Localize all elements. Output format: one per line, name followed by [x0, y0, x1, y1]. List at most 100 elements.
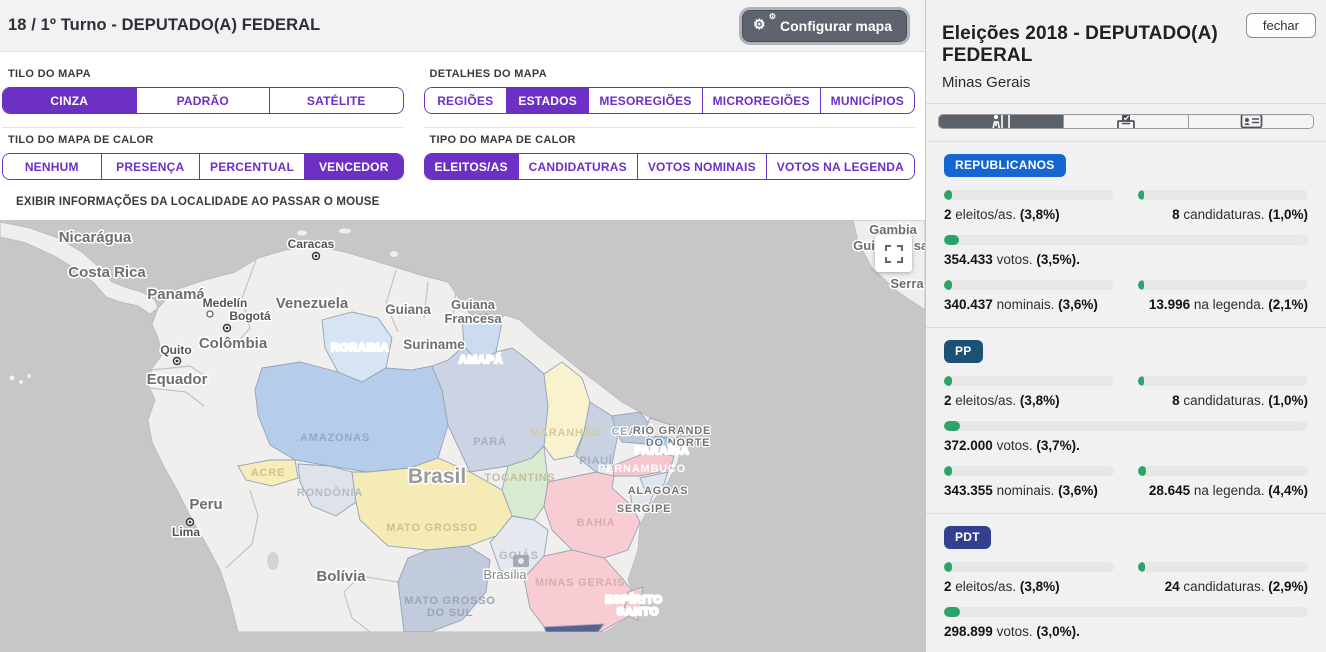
id-card-icon — [1240, 114, 1263, 129]
heat-style-label: TILO DO MAPA DE CALOR — [8, 134, 404, 146]
island — [19, 380, 23, 384]
hover-info-row: EXIBIR INFORMAÇÕES DA LOCALIDADE AO PASS… — [0, 180, 925, 220]
map-configurator: 18 / 1º Turno - DEPUTADO(A) FEDERAL ⚙⚙ C… — [0, 0, 925, 652]
stat-eleitos: 2 eleitos/as. (3,8%) — [944, 190, 1114, 222]
svg-text:Medelín: Medelín — [203, 296, 248, 310]
fullscreen-button[interactable] — [875, 235, 912, 272]
divider — [424, 127, 915, 128]
svg-text:PERNAMBUCO: PERNAMBUCO — [598, 463, 686, 475]
svg-text:ESPÍRITO: ESPÍRITO — [605, 593, 663, 606]
details-estados[interactable]: ESTADOS — [506, 88, 588, 113]
svg-text:SERGIPE: SERGIPE — [617, 503, 672, 515]
hover-info-label: EXIBIR INFORMAÇÕES DA LOCALIDADE AO PASS… — [16, 196, 380, 208]
svg-text:Gui: Gui — [853, 238, 875, 253]
heat-type-votos-legenda[interactable]: VOTOS NA LEGENDA — [766, 154, 914, 179]
party-badge: REPUBLICANOS — [944, 154, 1066, 177]
progress-bar — [944, 421, 1308, 431]
svg-text:Colômbia: Colômbia — [199, 335, 268, 352]
ballot-box-icon — [1115, 114, 1137, 129]
progress-bar — [1138, 376, 1308, 386]
svg-text:AMAZONAS: AMAZONAS — [300, 432, 370, 444]
stat-candidaturas: 8 candidaturas. (1,0%) — [1138, 376, 1308, 408]
progress-bar — [944, 190, 1114, 200]
svg-text:TOCANTINS: TOCANTINS — [484, 472, 555, 484]
svg-text:PARÁ: PARÁ — [473, 435, 507, 448]
svg-text:MARANHÃO: MARANHÃO — [530, 426, 602, 439]
progress-bar — [944, 562, 1114, 572]
tab-votes[interactable] — [1063, 115, 1188, 128]
svg-text:Lima: Lima — [172, 525, 200, 539]
panel-tabs — [938, 114, 1314, 129]
tab-candidates[interactable] — [1188, 115, 1313, 128]
svg-text:Brasil: Brasil — [408, 465, 466, 488]
svg-text:Serra: Serra — [890, 276, 924, 291]
svg-text:Guiana: Guiana — [385, 302, 431, 317]
camera-icon — [513, 555, 529, 567]
stat-row: 2 eleitos/as. (3,8%) 8 candidaturas. (1,… — [944, 190, 1308, 222]
svg-text:ACRE: ACRE — [251, 467, 285, 479]
stat-legenda: 28.645 na legenda. (4,4%) — [1138, 466, 1308, 498]
details-municipios[interactable]: MUNICÍPIOS — [820, 88, 914, 113]
party-section-republicanos: REPUBLICANOS 2 eleitos/as. (3,8%) 8 cand… — [926, 142, 1326, 328]
party-section-pdt: PDT 2 eleitos/as. (3,8%) 24 candidaturas… — [926, 514, 1326, 652]
divider — [2, 127, 404, 128]
configure-map-button[interactable]: ⚙⚙ Configurar mapa — [742, 10, 907, 42]
stat-candidaturas: 8 candidaturas. (1,0%) — [1138, 190, 1308, 222]
svg-text:Bolívia: Bolívia — [316, 568, 366, 585]
stat-row: 340.437 nominais. (3,6%) 13.996 na legen… — [944, 280, 1308, 312]
progress-bar — [944, 235, 1308, 245]
svg-text:BAHIA: BAHIA — [577, 517, 616, 529]
south-america-map: RORAIMA AMAPÁ AMAZONAS ACRE RONDÔNIA PAR… — [0, 220, 925, 632]
stat-row: 2 eleitos/as. (3,8%) 24 candidaturas. (2… — [944, 562, 1308, 594]
map-canvas[interactable]: RORAIMA AMAPÁ AMAZONAS ACRE RONDÔNIA PAR… — [0, 220, 925, 652]
stat-votos: 298.899 votos. (3,0%). — [944, 607, 1308, 639]
details-mesoregioes[interactable]: MESOREGIÕES — [588, 88, 701, 113]
svg-text:Bogotá: Bogotá — [229, 309, 271, 323]
svg-text:Caracas: Caracas — [288, 237, 335, 251]
party-section-pp: PP 2 eleitos/as. (3,8%) 8 candidaturas. … — [926, 328, 1326, 514]
heat-style-nenhum[interactable]: NENHUM — [3, 154, 101, 179]
heat-type-eleitos[interactable]: ELEITOS/AS — [425, 154, 518, 179]
heat-style-presenca[interactable]: PRESENÇA — [101, 154, 200, 179]
page-title: 18 / 1º Turno - DEPUTADO(A) FEDERAL — [8, 16, 320, 35]
details-microregioes[interactable]: MICROREGIÕES — [702, 88, 820, 113]
svg-text:Francesa: Francesa — [444, 311, 502, 326]
progress-bar — [1138, 190, 1308, 200]
map-style-satelite[interactable]: SATÉLITE — [269, 88, 403, 113]
svg-text:MATO GROSSO: MATO GROSSO — [404, 595, 496, 607]
progress-bar — [1138, 466, 1308, 476]
svg-text:PARAÍBA: PARAÍBA — [635, 444, 690, 457]
details-regioes[interactable]: REGIÕES — [425, 88, 506, 113]
stat-votos: 372.000 votos. (3,7%). — [944, 421, 1308, 453]
party-badge: PDT — [944, 526, 991, 549]
heat-style-vencedor[interactable]: VENCEDOR — [304, 154, 403, 179]
progress-bar — [944, 607, 1308, 617]
stat-nominais: 343.355 nominais. (3,6%) — [944, 466, 1114, 498]
progress-bar — [944, 466, 1114, 476]
fullscreen-icon — [885, 245, 903, 263]
close-button[interactable]: fechar — [1246, 13, 1316, 38]
svg-text:Brasília: Brasília — [483, 567, 527, 582]
tab-elected[interactable] — [939, 115, 1063, 128]
gears-icon: ⚙⚙ — [755, 18, 773, 34]
heat-type-votos-nominais[interactable]: VOTOS NOMINAIS — [637, 154, 766, 179]
elected-people-icon — [990, 114, 1012, 129]
progress-bar — [1138, 562, 1308, 572]
app-root: 18 / 1º Turno - DEPUTADO(A) FEDERAL ⚙⚙ C… — [0, 0, 1326, 652]
svg-text:ALAGOAS: ALAGOAS — [628, 485, 689, 497]
island — [390, 251, 398, 257]
stat-candidaturas: 24 candidaturas. (2,9%) — [1138, 562, 1308, 594]
panel-subtitle: Minas Gerais — [942, 74, 1310, 91]
svg-text:Venezuela: Venezuela — [276, 295, 349, 312]
results-panel: fechar Eleições 2018 - DEPUTADO(A) FEDER… — [925, 0, 1326, 652]
svg-text:AMAPÁ: AMAPÁ — [459, 353, 503, 366]
map-style-group: CINZA PADRÃO SATÉLITE — [2, 87, 404, 114]
island — [339, 229, 351, 234]
heat-style-percentual[interactable]: PERCENTUAL — [199, 154, 304, 179]
svg-text:MATO GROSSO: MATO GROSSO — [386, 522, 478, 534]
stat-votos: 354.433 votos. (3,5%). — [944, 235, 1308, 267]
map-style-padrao[interactable]: PADRÃO — [136, 88, 270, 113]
map-style-cinza[interactable]: CINZA — [3, 88, 136, 113]
heat-type-candidaturas[interactable]: CANDIDATURAS — [518, 154, 637, 179]
svg-text:Guiana: Guiana — [451, 297, 496, 312]
